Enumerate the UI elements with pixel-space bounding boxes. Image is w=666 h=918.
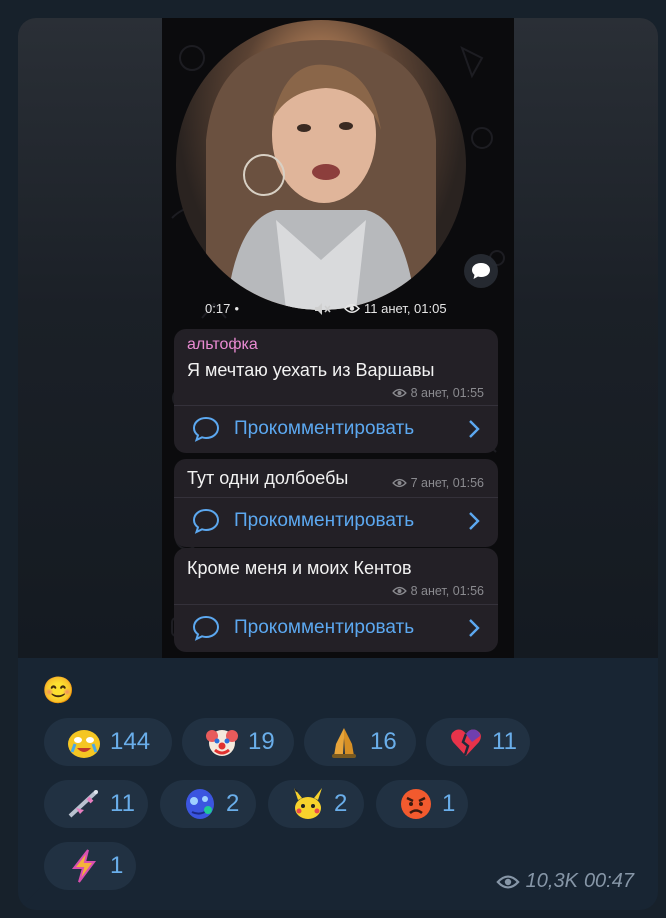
comment-bubble-icon[interactable]	[464, 254, 498, 288]
eye-icon	[391, 388, 407, 398]
comment-icon	[192, 416, 220, 442]
message-text: Кроме меня и моих Кентов	[187, 558, 412, 578]
comment-button[interactable]: Прокомментировать	[174, 499, 498, 543]
quoted-message-1: альтофка Я мечтаю уехать из Варшавы 8 ан…	[174, 329, 498, 453]
angry-face-icon	[398, 786, 434, 822]
reaction-count: 2	[226, 790, 240, 817]
message-meta: 7 анет, 01:56	[391, 476, 484, 490]
chevron-right-icon	[469, 512, 480, 530]
eye-icon	[495, 874, 520, 889]
comment-button[interactable]: Прокомментировать	[174, 407, 498, 451]
reaction-praying-hands[interactable]: 16	[304, 718, 416, 766]
reaction-clown[interactable]: 19	[182, 718, 294, 766]
channel-post-bubble: 0:17 ● 11 анет, 01:05 альтофка Я мечтаю у…	[18, 18, 658, 910]
eye-icon	[344, 304, 360, 313]
reaction-count: 11	[492, 728, 517, 755]
reaction-rifle[interactable]: 11	[44, 780, 148, 828]
reaction-angry-face[interactable]: 1	[376, 780, 468, 828]
clown-icon	[204, 724, 240, 760]
reaction-broken-heart[interactable]: 11	[426, 718, 530, 766]
video-views-time: 11 анет, 01:05	[344, 301, 447, 316]
quoted-message-2: Тут одни долбоебы 7 анет, 01:56 Прокомме…	[174, 459, 498, 547]
comment-label: Прокомментировать	[234, 617, 415, 638]
reaction-blue-monster[interactable]: 2	[160, 780, 256, 828]
pikachu-icon	[290, 786, 326, 822]
eye-icon	[391, 586, 407, 596]
lightning-icon	[66, 848, 102, 884]
blurred-backdrop-right	[514, 18, 658, 658]
reaction-count: 19	[248, 728, 275, 755]
post-views-time: 10,3K 00:47	[495, 870, 634, 893]
chevron-right-icon	[469, 420, 480, 438]
quoted-message-3: Кроме меня и моих Кентов 8 анет, 01:56 П…	[174, 548, 498, 652]
rifle-icon	[66, 786, 102, 822]
reaction-cry-laugh-duck[interactable]: 144	[44, 718, 172, 766]
broken-heart-icon	[448, 724, 484, 760]
video-duration: 0:17 ●	[205, 301, 240, 316]
reaction-count: 11	[110, 790, 135, 817]
reaction-count: 2	[334, 790, 348, 817]
reaction-count: 1	[442, 790, 456, 817]
caption-emoji: 😊	[42, 675, 75, 705]
comment-button[interactable]: Прокомментировать	[174, 606, 498, 650]
reaction-lightning[interactable]: 1	[44, 842, 136, 890]
cry-laugh-duck-icon	[66, 724, 102, 760]
post-time: 00:47	[583, 870, 634, 892]
reaction-count: 1	[110, 852, 124, 879]
message-meta: 8 анет, 01:56	[391, 584, 484, 598]
message-meta: 8 анет, 01:55	[391, 386, 484, 400]
praying-hands-icon	[326, 724, 362, 760]
comment-label: Прокомментировать	[234, 510, 415, 531]
video-screenshot[interactable]: 0:17 ● 11 анет, 01:05 альтофка Я мечтаю у…	[18, 18, 658, 658]
view-count: 10,3K	[525, 870, 578, 892]
reaction-count: 144	[110, 728, 151, 755]
message-author: альтофка	[187, 336, 258, 353]
blurred-backdrop-left	[18, 18, 162, 658]
reaction-pikachu[interactable]: 2	[268, 780, 364, 828]
comment-label: Прокомментировать	[234, 418, 415, 439]
reaction-count: 16	[370, 728, 397, 755]
comment-icon	[192, 615, 220, 641]
comment-icon	[192, 508, 220, 534]
round-video-message[interactable]	[176, 20, 466, 310]
message-text: Тут одни долбоебы	[187, 468, 349, 488]
chevron-right-icon	[469, 619, 480, 637]
message-text: Я мечтаю уехать из Варшавы	[187, 360, 435, 380]
video-frame-art	[206, 40, 436, 310]
muted-speaker-icon	[314, 302, 332, 316]
blue-monster-icon	[182, 786, 218, 822]
eye-icon	[391, 478, 407, 488]
